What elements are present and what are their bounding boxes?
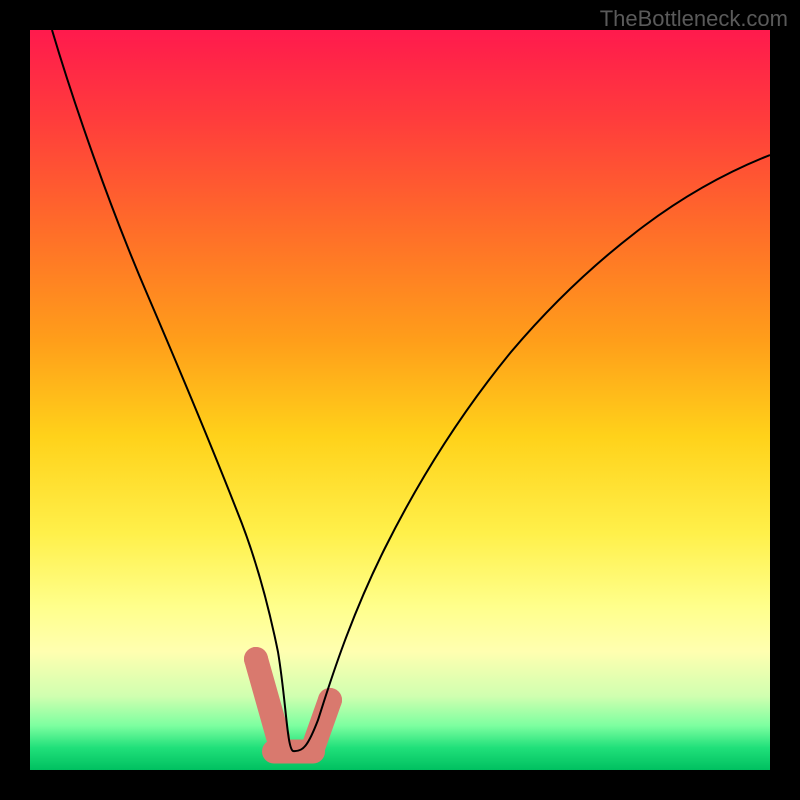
optimal-segment-left xyxy=(256,659,278,737)
plot-area xyxy=(30,30,770,770)
chart-svg xyxy=(30,30,770,770)
bottleneck-curve xyxy=(52,30,770,751)
watermark-text: TheBottleneck.com xyxy=(600,6,788,32)
optimal-range-markers xyxy=(244,647,342,752)
